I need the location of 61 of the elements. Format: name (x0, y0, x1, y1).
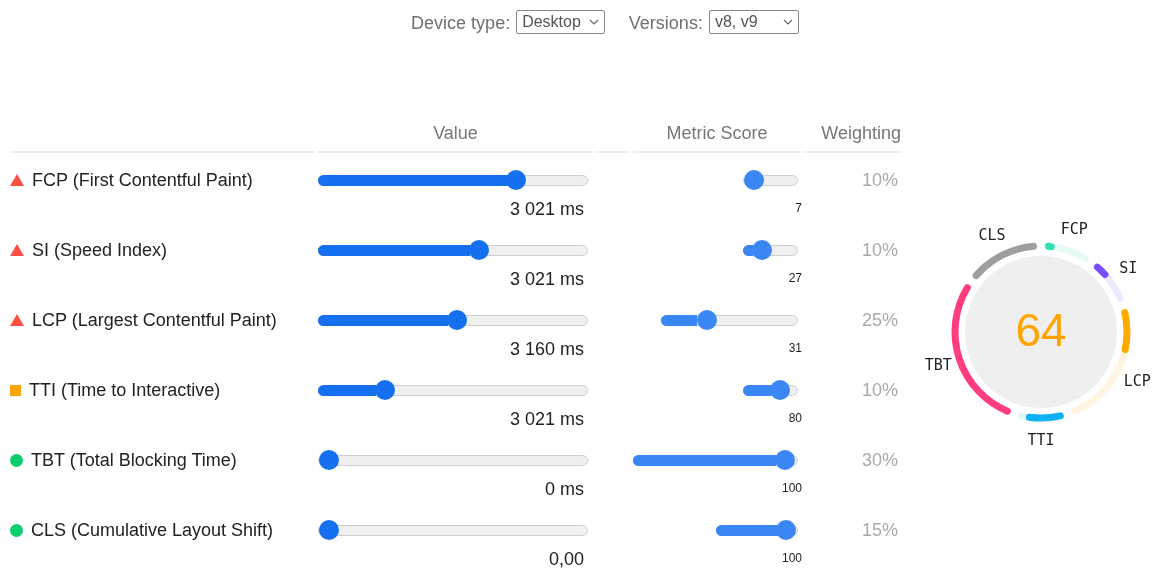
filter-label: Device type: (411, 12, 511, 35)
slider-fill (743, 384, 771, 396)
warning-triangle-icon (10, 174, 24, 186)
metric-score: 31 (788, 340, 802, 357)
metric-name: CLS (Cumulative Layout Shift) (31, 518, 274, 542)
metric-value: 3 160 ms (509, 338, 584, 361)
metric-score: 100 (781, 480, 802, 497)
slider-thumb[interactable] (318, 520, 339, 540)
slider-fill (318, 384, 376, 396)
metric-value: 3 021 ms (509, 198, 584, 221)
column-header: Weighting (821, 122, 901, 145)
warning-triangle-icon (10, 244, 24, 256)
slider-thumb[interactable] (468, 240, 489, 260)
metric-name: FCP (First Contentful Paint) (32, 168, 253, 192)
metric-weighting: 10% (861, 238, 898, 262)
gauge-label: FCP (1060, 219, 1088, 238)
slider-thumb[interactable] (776, 520, 797, 540)
metric-score: 80 (788, 410, 802, 427)
metric-value: 0 ms (545, 478, 584, 501)
dropdown[interactable]: Desktop (516, 10, 605, 34)
slider-thumb[interactable] (318, 450, 339, 470)
gauge-label: LCP (1123, 371, 1151, 390)
chevron-down-icon (588, 19, 599, 25)
metric-weighting: 10% (861, 378, 898, 402)
metric-name: TBT (Total Blocking Time) (31, 448, 237, 472)
metric-weighting: 25% (861, 308, 898, 332)
metric-weighting: 30% (861, 448, 898, 472)
metric-weighting: 15% (861, 518, 898, 542)
gauge-label: SI (1119, 258, 1138, 277)
slider-thumb[interactable] (769, 380, 790, 400)
slider-thumb[interactable] (752, 240, 773, 260)
metric-score: 100 (781, 550, 802, 567)
square-icon (10, 384, 21, 396)
warning-triangle-icon (10, 314, 24, 326)
gauge-label: CLS (978, 225, 1006, 244)
slider-fill (743, 244, 753, 256)
metric-score: 7 (795, 200, 802, 217)
slider-thumb[interactable] (375, 380, 395, 400)
metric-name: TTI (Time to Interactive) (29, 378, 221, 402)
filter-label: Versions: (628, 12, 703, 35)
slider-thumb[interactable] (696, 310, 717, 330)
slider-thumb[interactable] (743, 170, 764, 190)
slider-thumb[interactable] (774, 450, 795, 470)
slider-fill (715, 524, 779, 536)
gauge-label: TBT (924, 355, 952, 374)
gauge-label: TTI (1027, 430, 1055, 448)
metric-value: 3 021 ms (509, 408, 584, 431)
metric-name: SI (Speed Index) (32, 238, 168, 262)
slider-thumb[interactable] (506, 170, 527, 190)
slider-fill (660, 314, 698, 326)
metric-value: 3 021 ms (509, 268, 584, 291)
metric-name: LCP (Largest Contentful Paint) (32, 308, 277, 332)
chevron-down-icon (782, 19, 793, 25)
metric-score: 27 (788, 270, 802, 287)
column-header: Metric Score (666, 122, 768, 145)
gauge-score: 64 (1015, 303, 1067, 356)
dropdown[interactable]: v8, v9 (708, 10, 799, 34)
column-header: Value (433, 122, 478, 145)
slider-thumb[interactable] (447, 310, 468, 330)
metric-value: 0,00 (548, 548, 584, 570)
metric-weighting: 10% (861, 168, 898, 192)
